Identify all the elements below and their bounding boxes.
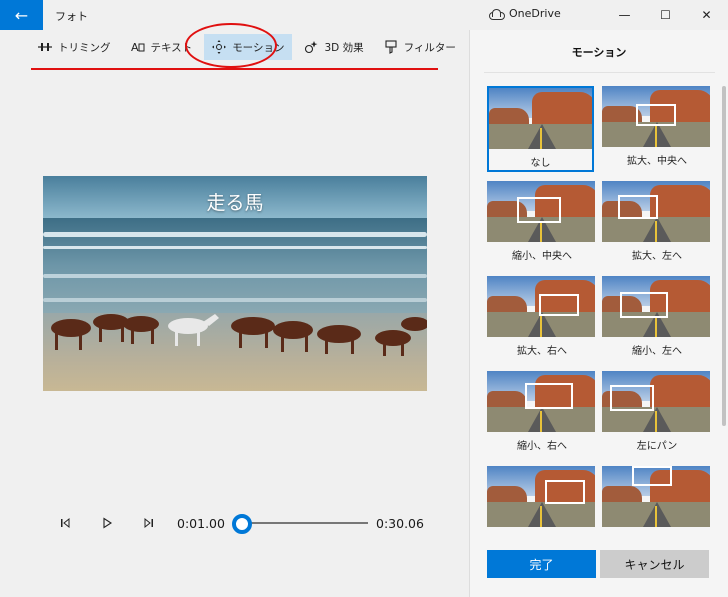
- motion-icon: [212, 40, 227, 54]
- motion-option-preview: [487, 466, 595, 527]
- motion-frame-indicator: [618, 195, 658, 219]
- motion-option-preview: [602, 276, 710, 337]
- panel-scrollbar[interactable]: [722, 86, 726, 426]
- motion-frame-indicator: [545, 480, 585, 504]
- tool-motion[interactable]: モーション: [204, 34, 293, 60]
- motion-option-preview: [602, 466, 710, 527]
- seek-bar-thumb[interactable]: [232, 514, 252, 534]
- onedrive-indicator[interactable]: OneDrive: [489, 7, 561, 20]
- motion-panel: モーション なし 拡大、中央へ縮小、中央へ 拡大、左へ拡大、右へ 縮小、左へ縮小、右へ…: [469, 30, 728, 597]
- tool-3d-effects[interactable]: 3D 効果: [296, 34, 371, 60]
- next-frame-icon: [144, 517, 153, 529]
- onedrive-label: OneDrive: [509, 7, 561, 20]
- motion-option[interactable]: 拡大、左へ: [602, 181, 712, 262]
- motion-option[interactable]: 拡大、中央へ: [602, 86, 712, 167]
- maximize-button[interactable]: ☐: [643, 0, 688, 30]
- tool-text[interactable]: A テキスト: [123, 34, 201, 60]
- total-duration: 0:30.06: [376, 516, 424, 531]
- motion-frame-indicator: [636, 104, 676, 126]
- motion-option-preview: [602, 371, 710, 432]
- tool-label: トリミング: [58, 41, 111, 54]
- wave: [43, 246, 427, 249]
- motion-option-label: 拡大、右へ: [517, 346, 567, 357]
- motion-frame-indicator: [525, 383, 573, 409]
- motion-option-label: 拡大、左へ: [632, 251, 682, 262]
- filter-icon: [384, 40, 398, 54]
- video-title-overlay: 走る馬: [206, 192, 264, 214]
- motion-option-preview: [602, 181, 710, 242]
- current-time: 0:01.00: [177, 516, 225, 531]
- motion-option-preview: [487, 181, 595, 242]
- tool-label: テキスト: [150, 41, 193, 54]
- panel-title: モーション: [571, 46, 627, 59]
- motion-option-label: 縮小、左へ: [632, 346, 682, 357]
- motion-options-list: なし 拡大、中央へ縮小、中央へ 拡大、左へ拡大、右へ 縮小、左へ縮小、右へ 左にパン: [487, 86, 725, 558]
- previous-frame-button[interactable]: [58, 516, 72, 530]
- motion-frame-indicator: [632, 466, 672, 486]
- annotation-underline: [31, 68, 438, 70]
- back-arrow-icon: ←: [14, 5, 29, 25]
- play-button[interactable]: [100, 516, 114, 530]
- wave: [43, 274, 427, 278]
- wave: [43, 232, 427, 237]
- motion-option-preview: [489, 88, 592, 149]
- text-icon: A: [131, 40, 145, 54]
- motion-frame-indicator: [517, 197, 561, 223]
- tool-trim[interactable]: トリミング: [30, 34, 119, 60]
- motion-option-label: 拡大、中央へ: [627, 156, 687, 167]
- cancel-button[interactable]: キャンセル: [600, 550, 709, 578]
- close-button[interactable]: ✕: [684, 0, 728, 30]
- svg-text:A: A: [131, 41, 139, 53]
- motion-frame-indicator: [620, 292, 668, 318]
- motion-option[interactable]: 縮小、中央へ: [487, 181, 597, 262]
- tool-label: 3D 効果: [324, 41, 364, 54]
- motion-option-label: 縮小、右へ: [517, 441, 567, 452]
- video-preview[interactable]: 走る馬: [43, 176, 427, 391]
- minimize-button[interactable]: —: [602, 0, 647, 30]
- motion-frame-indicator: [610, 385, 654, 411]
- app-title: フォト: [55, 10, 88, 23]
- motion-option[interactable]: [602, 466, 712, 532]
- tool-label: フィルター: [403, 41, 456, 54]
- done-button[interactable]: 完了: [487, 550, 596, 578]
- 3d-effect-icon: [304, 40, 318, 54]
- motion-option[interactable]: 左にパン: [602, 371, 712, 452]
- panel-divider: [484, 72, 715, 73]
- motion-option-preview: [602, 86, 710, 147]
- title-bar: ← フォト OneDrive — ☐ ✕: [0, 0, 728, 30]
- tool-filters[interactable]: フィルター: [376, 34, 464, 60]
- motion-frame-indicator: [539, 294, 579, 316]
- motion-option-label: 縮小、中央へ: [512, 251, 572, 262]
- motion-option-label: なし: [530, 158, 551, 169]
- motion-option[interactable]: 縮小、左へ: [602, 276, 712, 357]
- play-icon: [103, 517, 113, 529]
- horses-illustration: [51, 314, 427, 356]
- tool-label: モーション: [232, 41, 285, 54]
- seek-bar-track[interactable]: [234, 522, 368, 524]
- motion-option-label: 左にパン: [636, 441, 678, 452]
- motion-option[interactable]: なし: [487, 86, 594, 172]
- motion-option-preview: [487, 276, 595, 337]
- motion-option[interactable]: 拡大、右へ: [487, 276, 597, 357]
- back-button[interactable]: ←: [0, 0, 43, 30]
- cloud-icon: [489, 9, 505, 20]
- motion-option[interactable]: [487, 466, 597, 532]
- edit-toolbar: トリミング A テキスト モーション 3D 効果 フィルター: [30, 34, 464, 60]
- motion-option[interactable]: 縮小、右へ: [487, 371, 597, 452]
- next-frame-button[interactable]: [142, 516, 156, 530]
- previous-frame-icon: [61, 517, 70, 529]
- trim-icon: [38, 40, 52, 54]
- motion-option-preview: [487, 371, 595, 432]
